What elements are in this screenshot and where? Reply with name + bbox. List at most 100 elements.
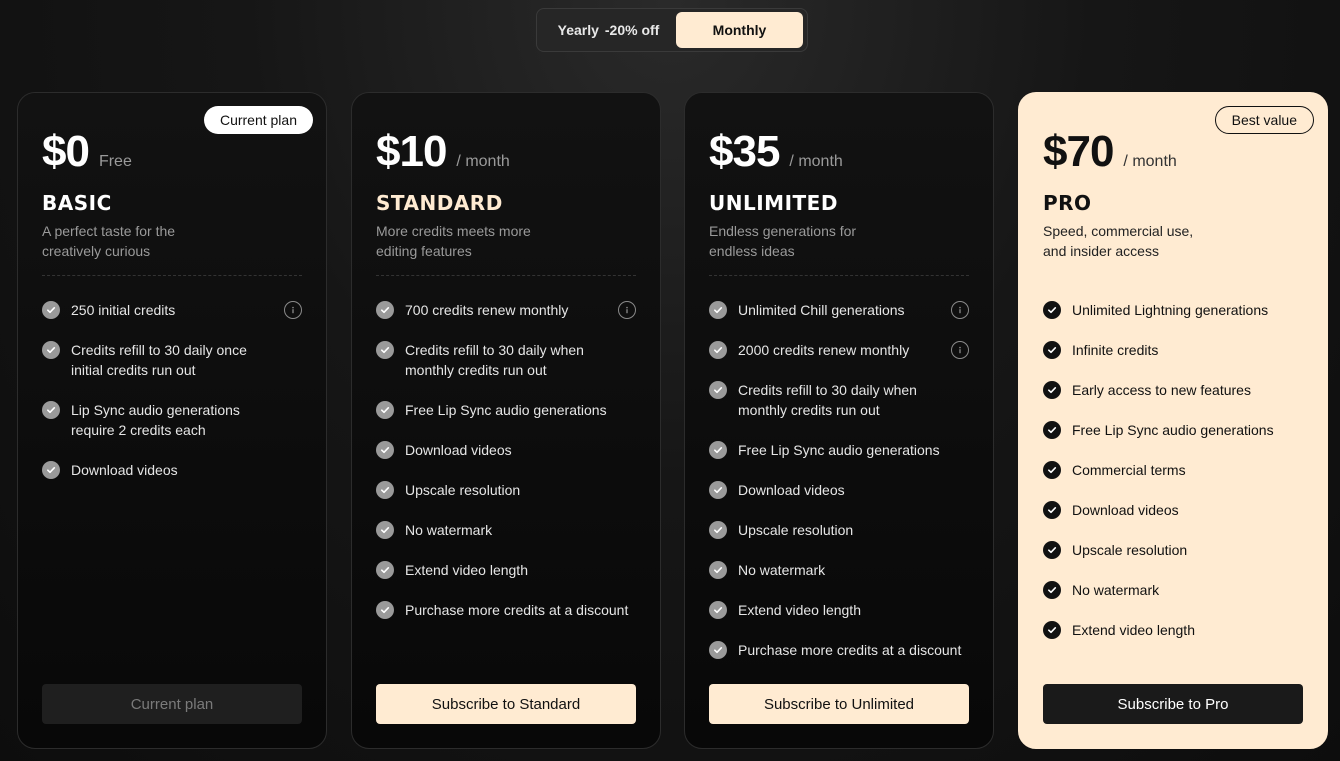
- plan-name: UNLIMITED: [709, 191, 838, 215]
- check-icon: [42, 461, 60, 479]
- plan-cta-button[interactable]: Subscribe to Unlimited: [709, 684, 969, 724]
- check-icon: [709, 481, 727, 499]
- plan-period: / month: [456, 153, 510, 170]
- feature-list: 250 initial credits Credits refill to 30…: [42, 300, 302, 500]
- feature-item: Infinite credits: [1043, 340, 1303, 360]
- price-row: $70 / month: [1043, 127, 1177, 177]
- plan-badge: Best value: [1214, 106, 1314, 134]
- feature-item: Credits refill to 30 daily when monthly …: [709, 380, 969, 420]
- feature-text: Purchase more credits at a discount: [738, 642, 962, 658]
- feature-text: Lip Sync audio generations require 2 cre…: [71, 402, 240, 438]
- plan-period: / month: [1123, 153, 1177, 170]
- feature-item: Extend video length: [1043, 620, 1303, 640]
- feature-item: Extend video length: [376, 560, 636, 580]
- divider: [709, 275, 969, 276]
- feature-item: No watermark: [376, 520, 636, 540]
- feature-text: Extend video length: [1072, 622, 1195, 638]
- check-icon: [1043, 461, 1061, 479]
- check-icon: [376, 401, 394, 419]
- check-icon: [376, 301, 394, 319]
- check-icon: [1043, 581, 1061, 599]
- feature-item: Lip Sync audio generations require 2 cre…: [42, 400, 302, 440]
- feature-list: Unlimited Lightning generations Infinite…: [1043, 300, 1303, 660]
- check-icon: [709, 601, 727, 619]
- check-icon: [709, 301, 727, 319]
- feature-item: 700 credits renew monthly: [376, 300, 636, 320]
- info-icon[interactable]: [618, 301, 636, 319]
- check-icon: [1043, 541, 1061, 559]
- feature-item: Purchase more credits at a discount: [376, 600, 636, 620]
- feature-text: Credits refill to 30 daily once initial …: [71, 342, 247, 378]
- divider: [42, 275, 302, 276]
- check-icon: [709, 441, 727, 459]
- plan-description: Speed, commercial use, and insider acces…: [1043, 223, 1194, 259]
- check-icon: [42, 301, 60, 319]
- plan-card-basic: Current plan $0 Free BASIC A perfect tas…: [17, 92, 327, 749]
- feature-text: Download videos: [71, 462, 178, 478]
- feature-text: Upscale resolution: [738, 522, 854, 538]
- feature-text: Upscale resolution: [405, 482, 521, 498]
- yearly-discount: -20% off: [604, 22, 660, 38]
- plan-price: $35: [709, 127, 780, 176]
- plan-price: $0: [42, 127, 90, 176]
- feature-text: Free Lip Sync audio generations: [405, 402, 607, 418]
- feature-item: Upscale resolution: [1043, 540, 1303, 560]
- feature-text: Commercial terms: [1072, 462, 1186, 478]
- feature-text: Infinite credits: [1072, 342, 1159, 358]
- check-icon: [42, 401, 60, 419]
- feature-text: 250 initial credits: [71, 302, 176, 318]
- feature-item: Early access to new features: [1043, 380, 1303, 400]
- check-icon: [1043, 341, 1061, 359]
- plan-cta-button[interactable]: Subscribe to Standard: [376, 684, 636, 724]
- feature-item: Credits refill to 30 daily once initial …: [42, 340, 302, 380]
- info-icon[interactable]: [284, 301, 302, 319]
- price-row: $10 / month: [376, 127, 510, 177]
- plan-period: / month: [789, 153, 843, 170]
- plan-period: Free: [98, 153, 132, 170]
- info-icon[interactable]: [951, 301, 969, 319]
- yearly-label: Yearly: [557, 22, 599, 38]
- plan-card-unlimited: $35 / month UNLIMITED Endless generation…: [684, 92, 994, 749]
- feature-item: 2000 credits renew monthly: [709, 340, 969, 360]
- check-icon: [709, 381, 727, 399]
- feature-item: Unlimited Chill generations: [709, 300, 969, 320]
- plan-description: Endless generations for endless ideas: [709, 223, 857, 259]
- feature-text: Extend video length: [738, 602, 861, 618]
- info-icon[interactable]: [951, 341, 969, 359]
- feature-text: No watermark: [1072, 582, 1160, 598]
- yearly-option[interactable]: Yearly -20% off: [541, 12, 676, 48]
- plan-cta-button[interactable]: Subscribe to Pro: [1043, 684, 1303, 724]
- feature-text: Free Lip Sync audio generations: [738, 442, 940, 458]
- plan-name: STANDARD: [376, 191, 503, 215]
- check-icon: [709, 341, 727, 359]
- feature-item: Free Lip Sync audio generations: [709, 440, 969, 460]
- check-icon: [376, 481, 394, 499]
- feature-item: Free Lip Sync audio generations: [376, 400, 636, 420]
- feature-text: Credits refill to 30 daily when monthly …: [738, 382, 917, 418]
- feature-text: Free Lip Sync audio generations: [1072, 422, 1274, 438]
- plan-description: A perfect taste for the creatively curio…: [42, 223, 176, 259]
- plan-price: $70: [1043, 127, 1114, 176]
- plan-badge: Current plan: [203, 106, 313, 134]
- feature-text: Credits refill to 30 daily when monthly …: [405, 342, 584, 378]
- plan-card-pro: Best value $70 / month PRO Speed, commer…: [1018, 92, 1328, 749]
- monthly-option[interactable]: Monthly: [675, 12, 803, 48]
- feature-item: Download videos: [709, 480, 969, 500]
- check-icon: [1043, 381, 1061, 399]
- feature-item: Download videos: [376, 440, 636, 460]
- plan-card-standard: $10 / month STANDARD More credits meets …: [351, 92, 661, 749]
- feature-text: Download videos: [738, 482, 845, 498]
- feature-text: Download videos: [1072, 502, 1179, 518]
- plan-cta-button: Current plan: [42, 684, 302, 724]
- feature-item: Upscale resolution: [709, 520, 969, 540]
- feature-text: Early access to new features: [1072, 382, 1251, 398]
- feature-item: Credits refill to 30 daily when monthly …: [376, 340, 636, 380]
- feature-item: Unlimited Lightning generations: [1043, 300, 1303, 320]
- check-icon: [1043, 301, 1061, 319]
- feature-item: Extend video length: [709, 600, 969, 620]
- check-icon: [376, 441, 394, 459]
- feature-text: Download videos: [405, 442, 512, 458]
- feature-item: No watermark: [709, 560, 969, 580]
- divider: [376, 275, 636, 276]
- check-icon: [1043, 421, 1061, 439]
